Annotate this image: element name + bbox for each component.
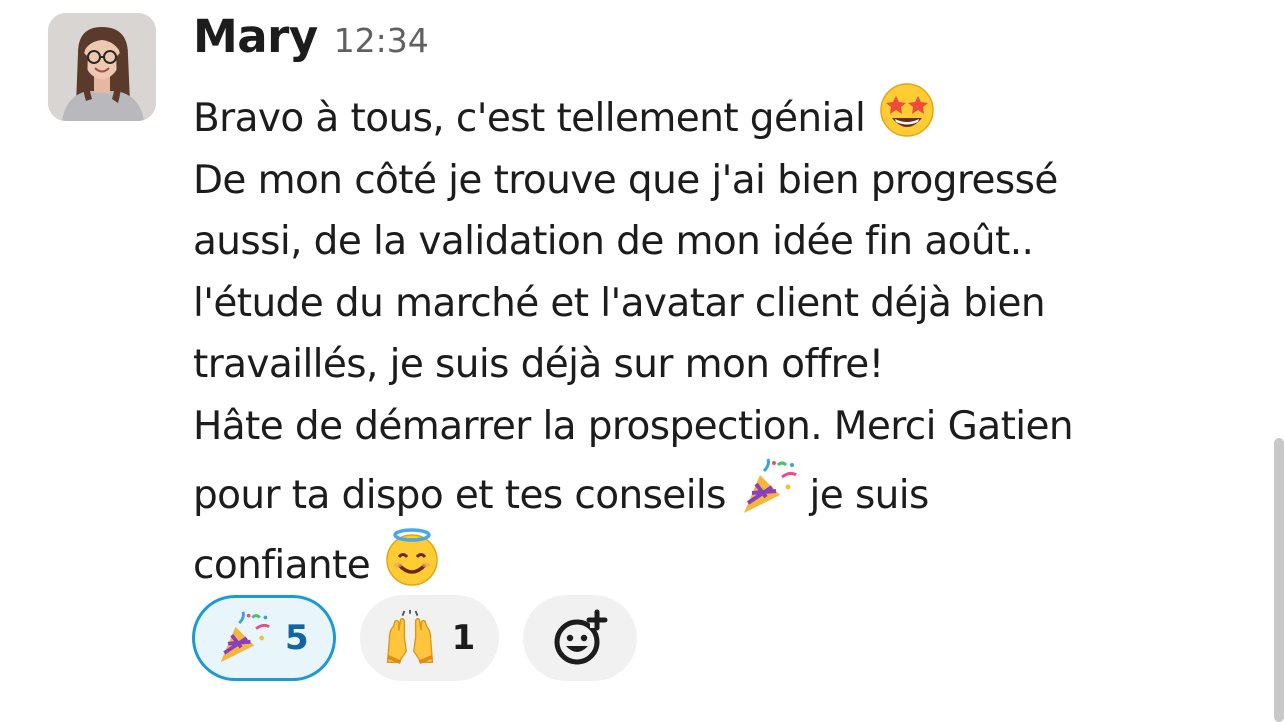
reaction-party-popper[interactable]: 5 [192,595,336,681]
author-name[interactable]: Mary [193,10,318,63]
message-line: aussi, de la validation de mon idée fin … [193,219,1034,264]
avatar[interactable] [48,13,156,121]
message-line: De mon côté je trouve que j'ai bien prog… [193,157,1058,203]
avatar-photo [48,13,156,121]
reaction-raising-hands[interactable]: 1 [359,595,500,681]
party-popper-icon [738,457,798,517]
raising-hands-icon [382,610,438,666]
message-line: confiante [193,527,1253,597]
message-text: confiante [193,542,371,588]
reaction-count: 1 [451,618,476,658]
message-text: Bravo à tous, c'est tellement génial [193,96,866,141]
timestamp[interactable]: 12:34 [334,21,429,60]
message-header: Mary 12:34 [193,10,429,70]
message-line: Bravo à tous, c'est tellement génial [193,80,1253,150]
scrollbar[interactable] [1274,438,1284,722]
star-struck-icon [877,80,937,140]
message-line: Hâte de démarrer la prospection. Merci G… [193,403,1074,449]
message-item[interactable]: Mary 12:34 Bravo à tous, c'est tellement… [0,0,1284,722]
message-line: travaillés, je suis déjà sur mon offre! [193,342,884,387]
reaction-count: 5 [285,618,309,658]
add-reaction-icon [554,609,608,665]
party-popper-icon [215,610,271,666]
smiling-face-with-halo-icon [382,527,442,587]
message-line: pour ta dispo et tes conseils je suis [193,457,1253,527]
reactions-bar: 5 1 [192,595,638,681]
add-reaction-button[interactable] [523,595,638,681]
message-text: je suis [809,473,930,518]
message-line: l'étude du marché et l'avatar client déj… [193,280,1046,326]
message-text: pour ta dispo et tes conseils [193,473,726,518]
message-body: Bravo à tous, c'est tellement génial De … [193,80,1253,596]
